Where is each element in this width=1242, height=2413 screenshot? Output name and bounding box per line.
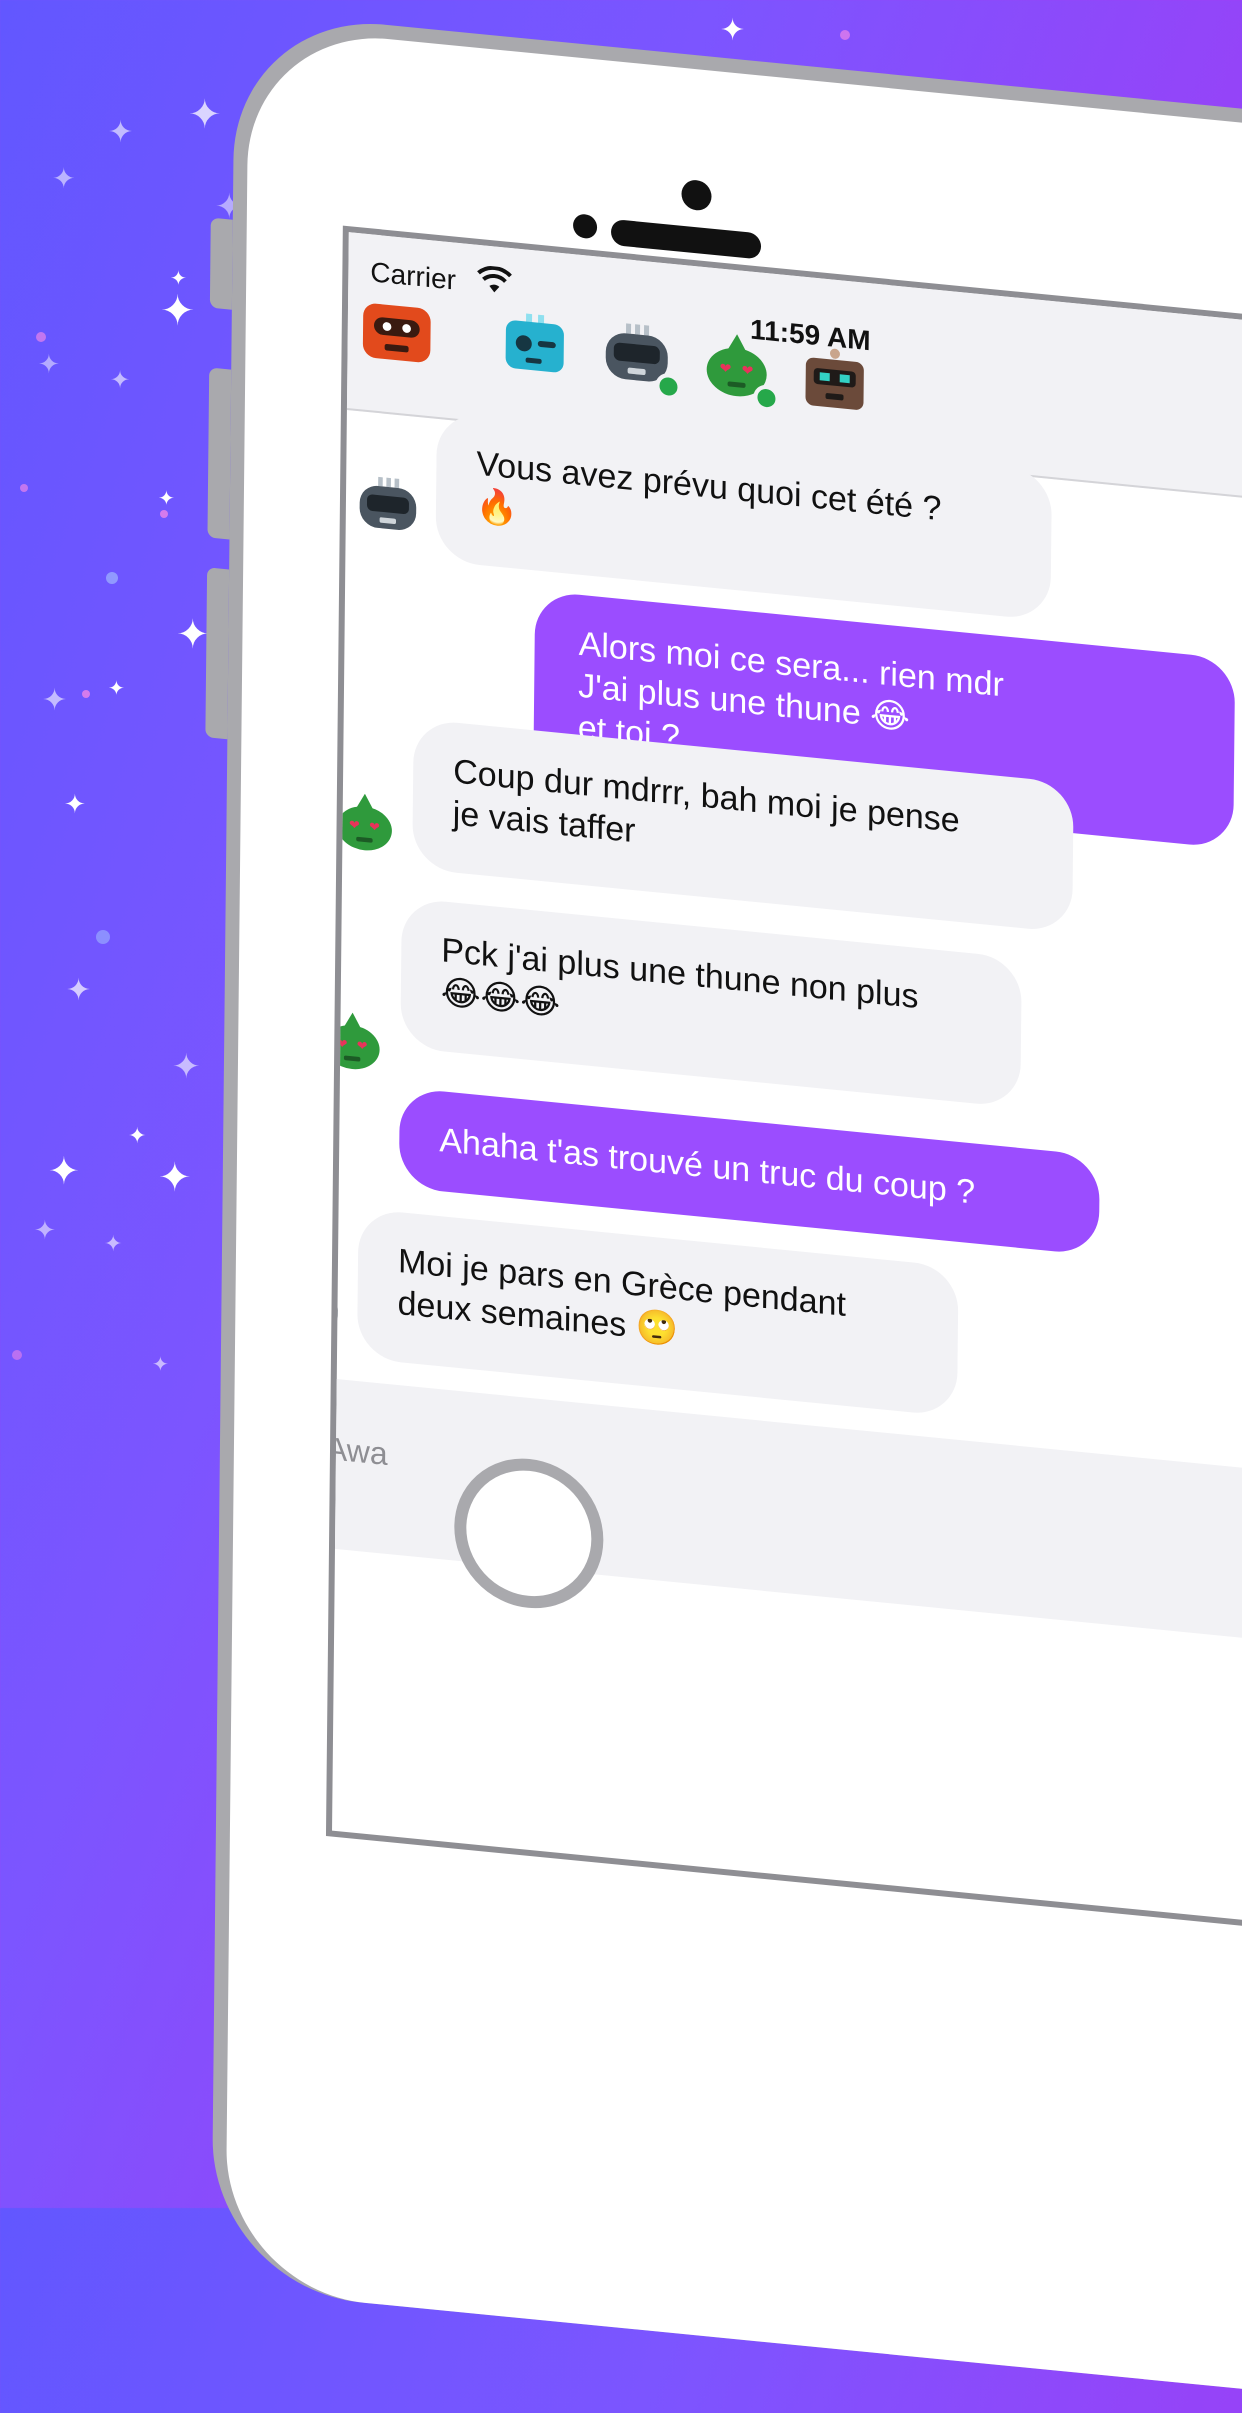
sparkle-icon: ✦ [176,612,210,658]
sparkle-dot [20,484,28,492]
phone-mockup: Carrier 11:59 AM ❤ ❤ Vous avez prévu quo… [205,10,1242,2410]
sparkle-icon: ✦ [34,1216,56,1246]
sparkle-icon: ✦ [42,683,68,718]
sender-avatar-gray[interactable] [356,473,421,541]
sparkle-icon: ✦ [720,13,746,48]
online-indicator [655,372,682,401]
incoming-message[interactable]: Pck j'ai plus une thune non plus 😂😂😂 [400,897,1022,1108]
contact-avatar-brown[interactable] [799,344,870,419]
svg-text:❤: ❤ [349,817,360,833]
sparkle-icon: ✦ [48,1149,80,1193]
sparkle-icon: ✦ [108,676,125,700]
sparkle-dot [840,30,850,40]
incoming-message[interactable]: Moi je pars en Grèce pendant deux semain… [357,1208,959,1417]
svg-text:❤: ❤ [720,360,732,377]
online-indicator [753,383,780,413]
wifi-icon [477,265,512,293]
svg-text:❤: ❤ [742,362,754,379]
contact-avatar-cyan[interactable] [499,309,570,384]
sparkle-icon: ✦ [64,790,86,820]
sparkle-icon: ✦ [38,350,60,380]
sparkle-dot [106,572,118,584]
sparkle-dot [96,930,110,944]
phone-side-button [207,367,232,540]
sparkle-icon: ✦ [172,1047,201,1087]
svg-text:❤: ❤ [337,1036,348,1052]
sparkle-dot [12,1350,22,1360]
sparkle-icon: ✦ [108,115,134,150]
sparkle-icon: ✦ [66,973,92,1008]
sparkle-icon: ✦ [170,266,187,290]
sparkle-icon: ✦ [158,486,175,510]
sparkle-icon: ✦ [160,286,196,335]
sparkle-icon: ✦ [52,162,76,195]
sparkle-icon: ✦ [158,1155,192,1201]
carrier-label: Carrier [370,256,457,296]
sparkle-dot [36,332,46,342]
sender-avatar-green[interactable]: ❤ ❤ [325,1009,385,1077]
phone-side-button [209,217,233,310]
contact-avatar-red[interactable] [357,291,436,373]
sparkle-icon: ✦ [152,1352,169,1376]
app-screen: Carrier 11:59 AM ❤ ❤ Vous avez prévu quo… [325,225,1242,1951]
sparkle-icon: ✦ [110,366,131,394]
sparkle-dot [82,690,90,698]
sparkle-icon: ✦ [188,92,222,138]
sparkle-dot [160,510,168,518]
message-input-text: Awa [325,1430,388,1473]
sender-avatar-green[interactable]: ❤ ❤ [332,791,397,859]
svg-text:❤: ❤ [357,1037,368,1053]
svg-text:❤: ❤ [369,819,380,835]
sparkle-icon: ✦ [128,1124,147,1149]
sparkle-icon: ✦ [104,1232,123,1257]
phone-side-button [205,567,230,740]
